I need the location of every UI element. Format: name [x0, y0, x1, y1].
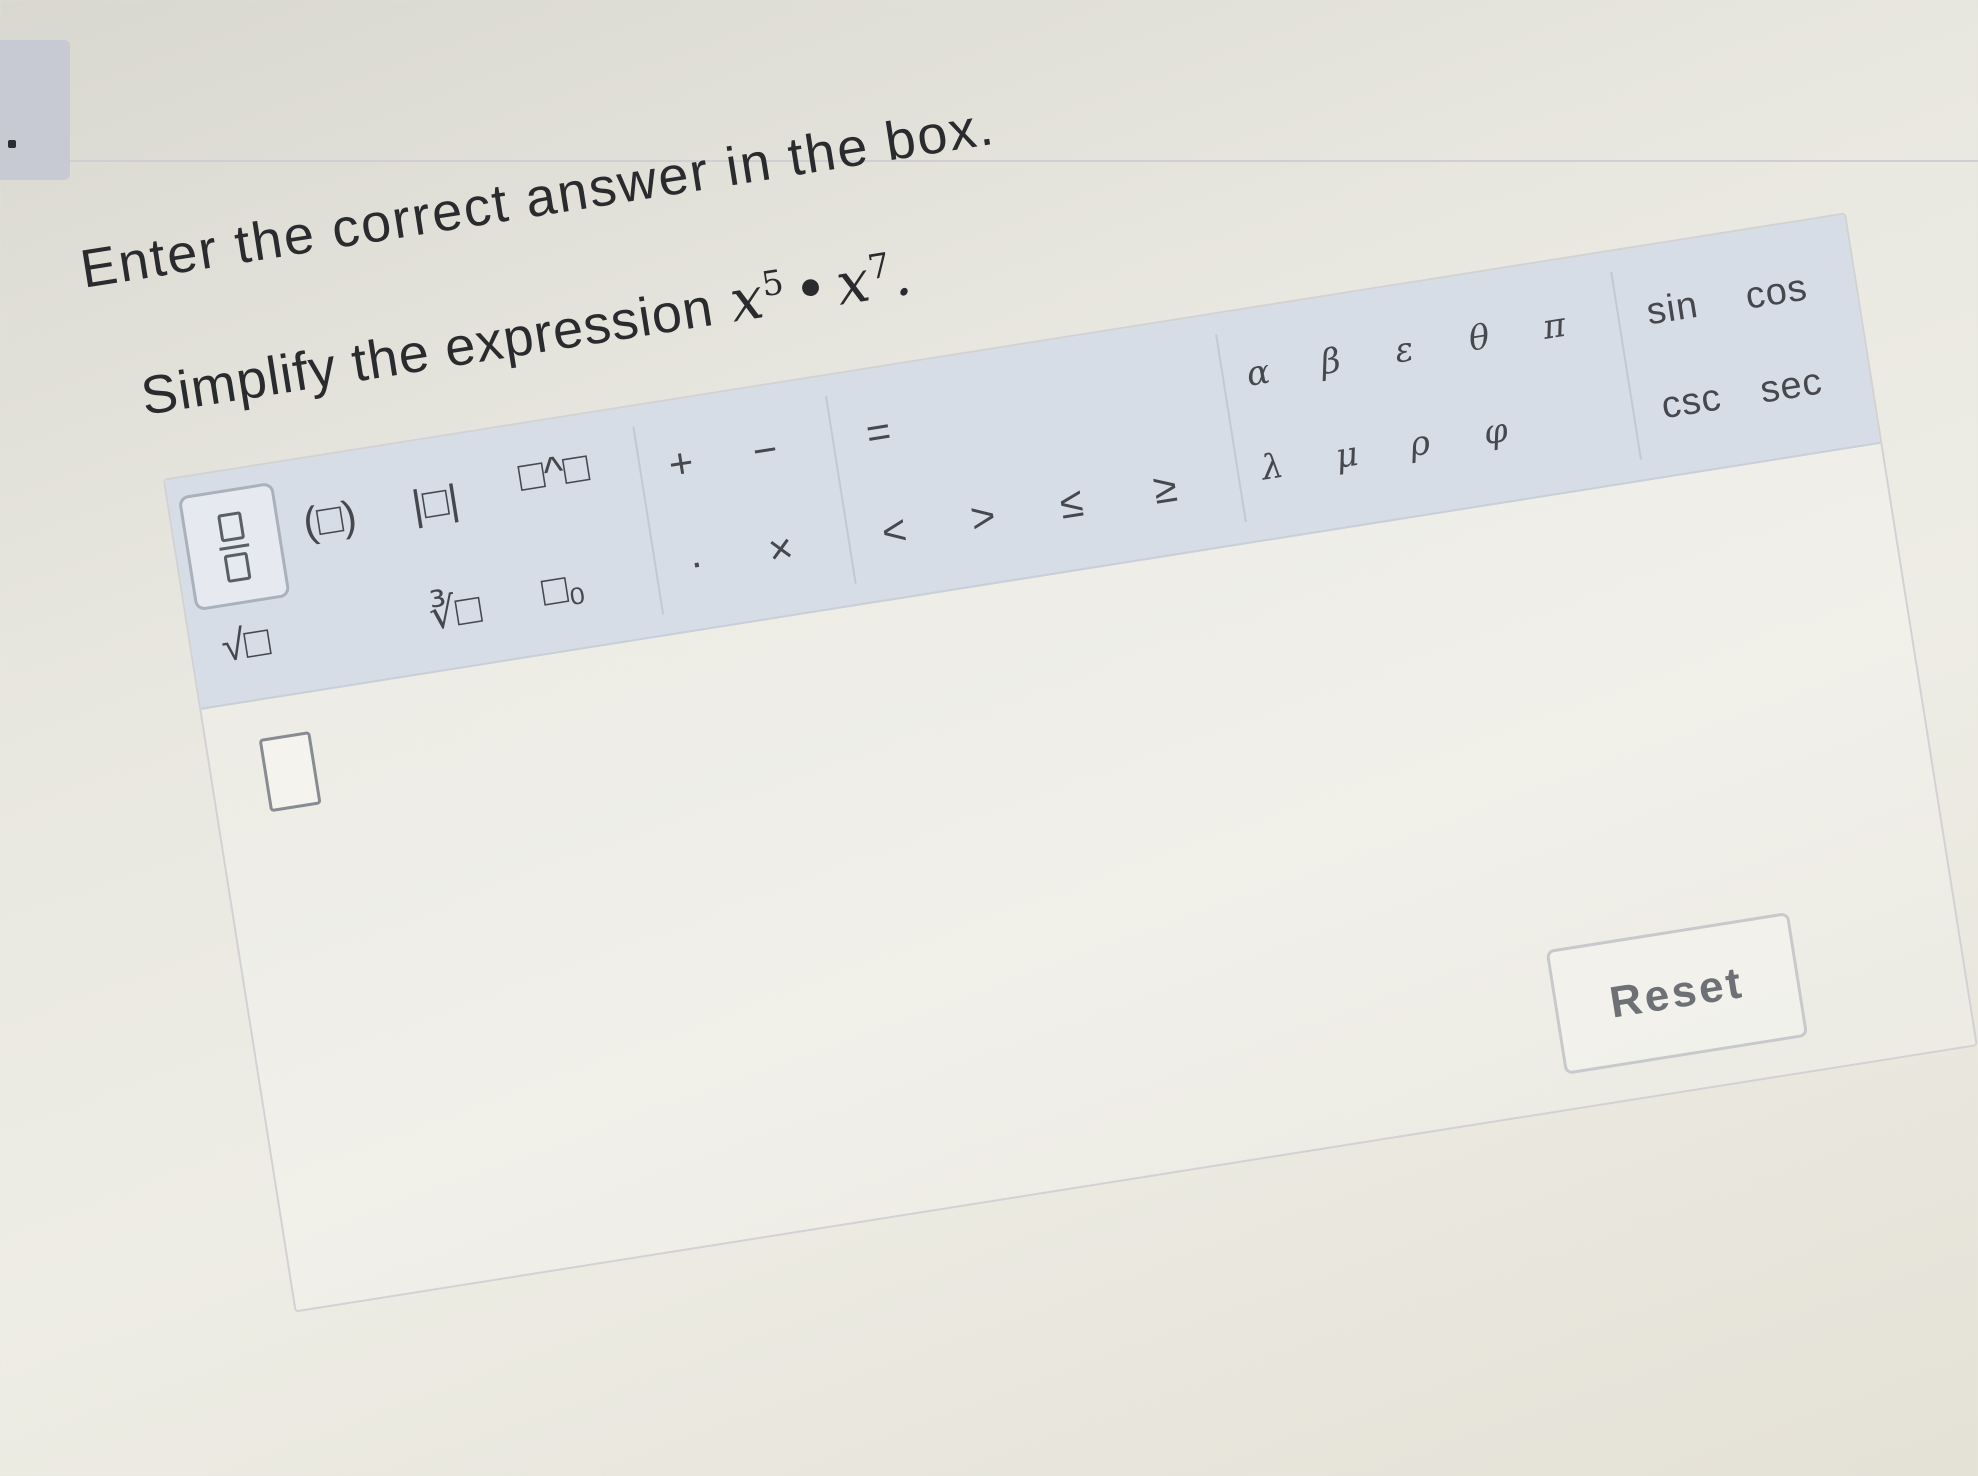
expr-exponent-1: 5: [758, 262, 788, 306]
pi-button[interactable]: π: [1540, 305, 1568, 348]
alpha-button[interactable]: α: [1244, 352, 1273, 395]
theta-button[interactable]: θ: [1466, 317, 1492, 360]
mu-button[interactable]: μ: [1333, 434, 1361, 477]
equals-button[interactable]: =: [863, 407, 895, 458]
parentheses-button[interactable]: (□): [300, 491, 360, 547]
toolbar-divider: [1610, 271, 1642, 460]
expr-operator: •: [788, 252, 835, 326]
math-expression: x5•x7.: [725, 240, 917, 336]
rho-button[interactable]: ρ: [1407, 423, 1433, 466]
absolute-value-button[interactable]: |□|: [408, 475, 462, 530]
nth-root-button[interactable]: ∛□: [426, 583, 485, 640]
greater-equal-button[interactable]: ≥: [1150, 463, 1180, 514]
lambda-button[interactable]: λ: [1259, 446, 1287, 489]
math-toolbar: (□) |□| □^□ √□ ∛□ □₀ + − · × = < > ≤ ≥ α…: [165, 214, 1881, 710]
times-button[interactable]: ×: [765, 524, 797, 575]
less-than-button[interactable]: <: [878, 506, 910, 557]
subscript-button[interactable]: □₀: [538, 562, 588, 616]
epsilon-button[interactable]: ε: [1392, 329, 1416, 371]
expr-period: .: [886, 239, 917, 310]
answer-input-box[interactable]: [258, 730, 322, 813]
toolbar-divider: [632, 426, 665, 615]
fraction-bar-icon: [219, 542, 250, 551]
dot-button[interactable]: ·: [686, 538, 707, 588]
fraction-denominator-icon: [223, 551, 252, 583]
fraction-numerator-icon: [216, 510, 246, 543]
cos-button[interactable]: cos: [1743, 267, 1811, 319]
phi-button[interactable]: φ: [1481, 410, 1511, 453]
greater-than-button[interactable]: >: [967, 491, 999, 542]
fraction-button[interactable]: [177, 481, 291, 612]
minus-button[interactable]: −: [749, 425, 781, 476]
square-root-button[interactable]: √□: [218, 616, 273, 671]
beta-button[interactable]: β: [1318, 340, 1344, 383]
tab-dot: [8, 140, 16, 148]
reset-button[interactable]: Reset: [1545, 911, 1809, 1075]
less-equal-button[interactable]: ≤: [1056, 478, 1086, 529]
plus-button[interactable]: +: [665, 438, 697, 489]
exponent-button[interactable]: □^□: [515, 442, 592, 500]
toolbar-divider: [1215, 334, 1247, 523]
question-tab-marker[interactable]: [0, 40, 70, 180]
csc-button[interactable]: csc: [1659, 376, 1725, 428]
sin-button[interactable]: sin: [1644, 284, 1702, 335]
toolbar-divider: [825, 395, 857, 584]
sec-button[interactable]: sec: [1757, 360, 1825, 412]
question-panel: Enter the correct answer in the box. Sim…: [70, 0, 1978, 1405]
